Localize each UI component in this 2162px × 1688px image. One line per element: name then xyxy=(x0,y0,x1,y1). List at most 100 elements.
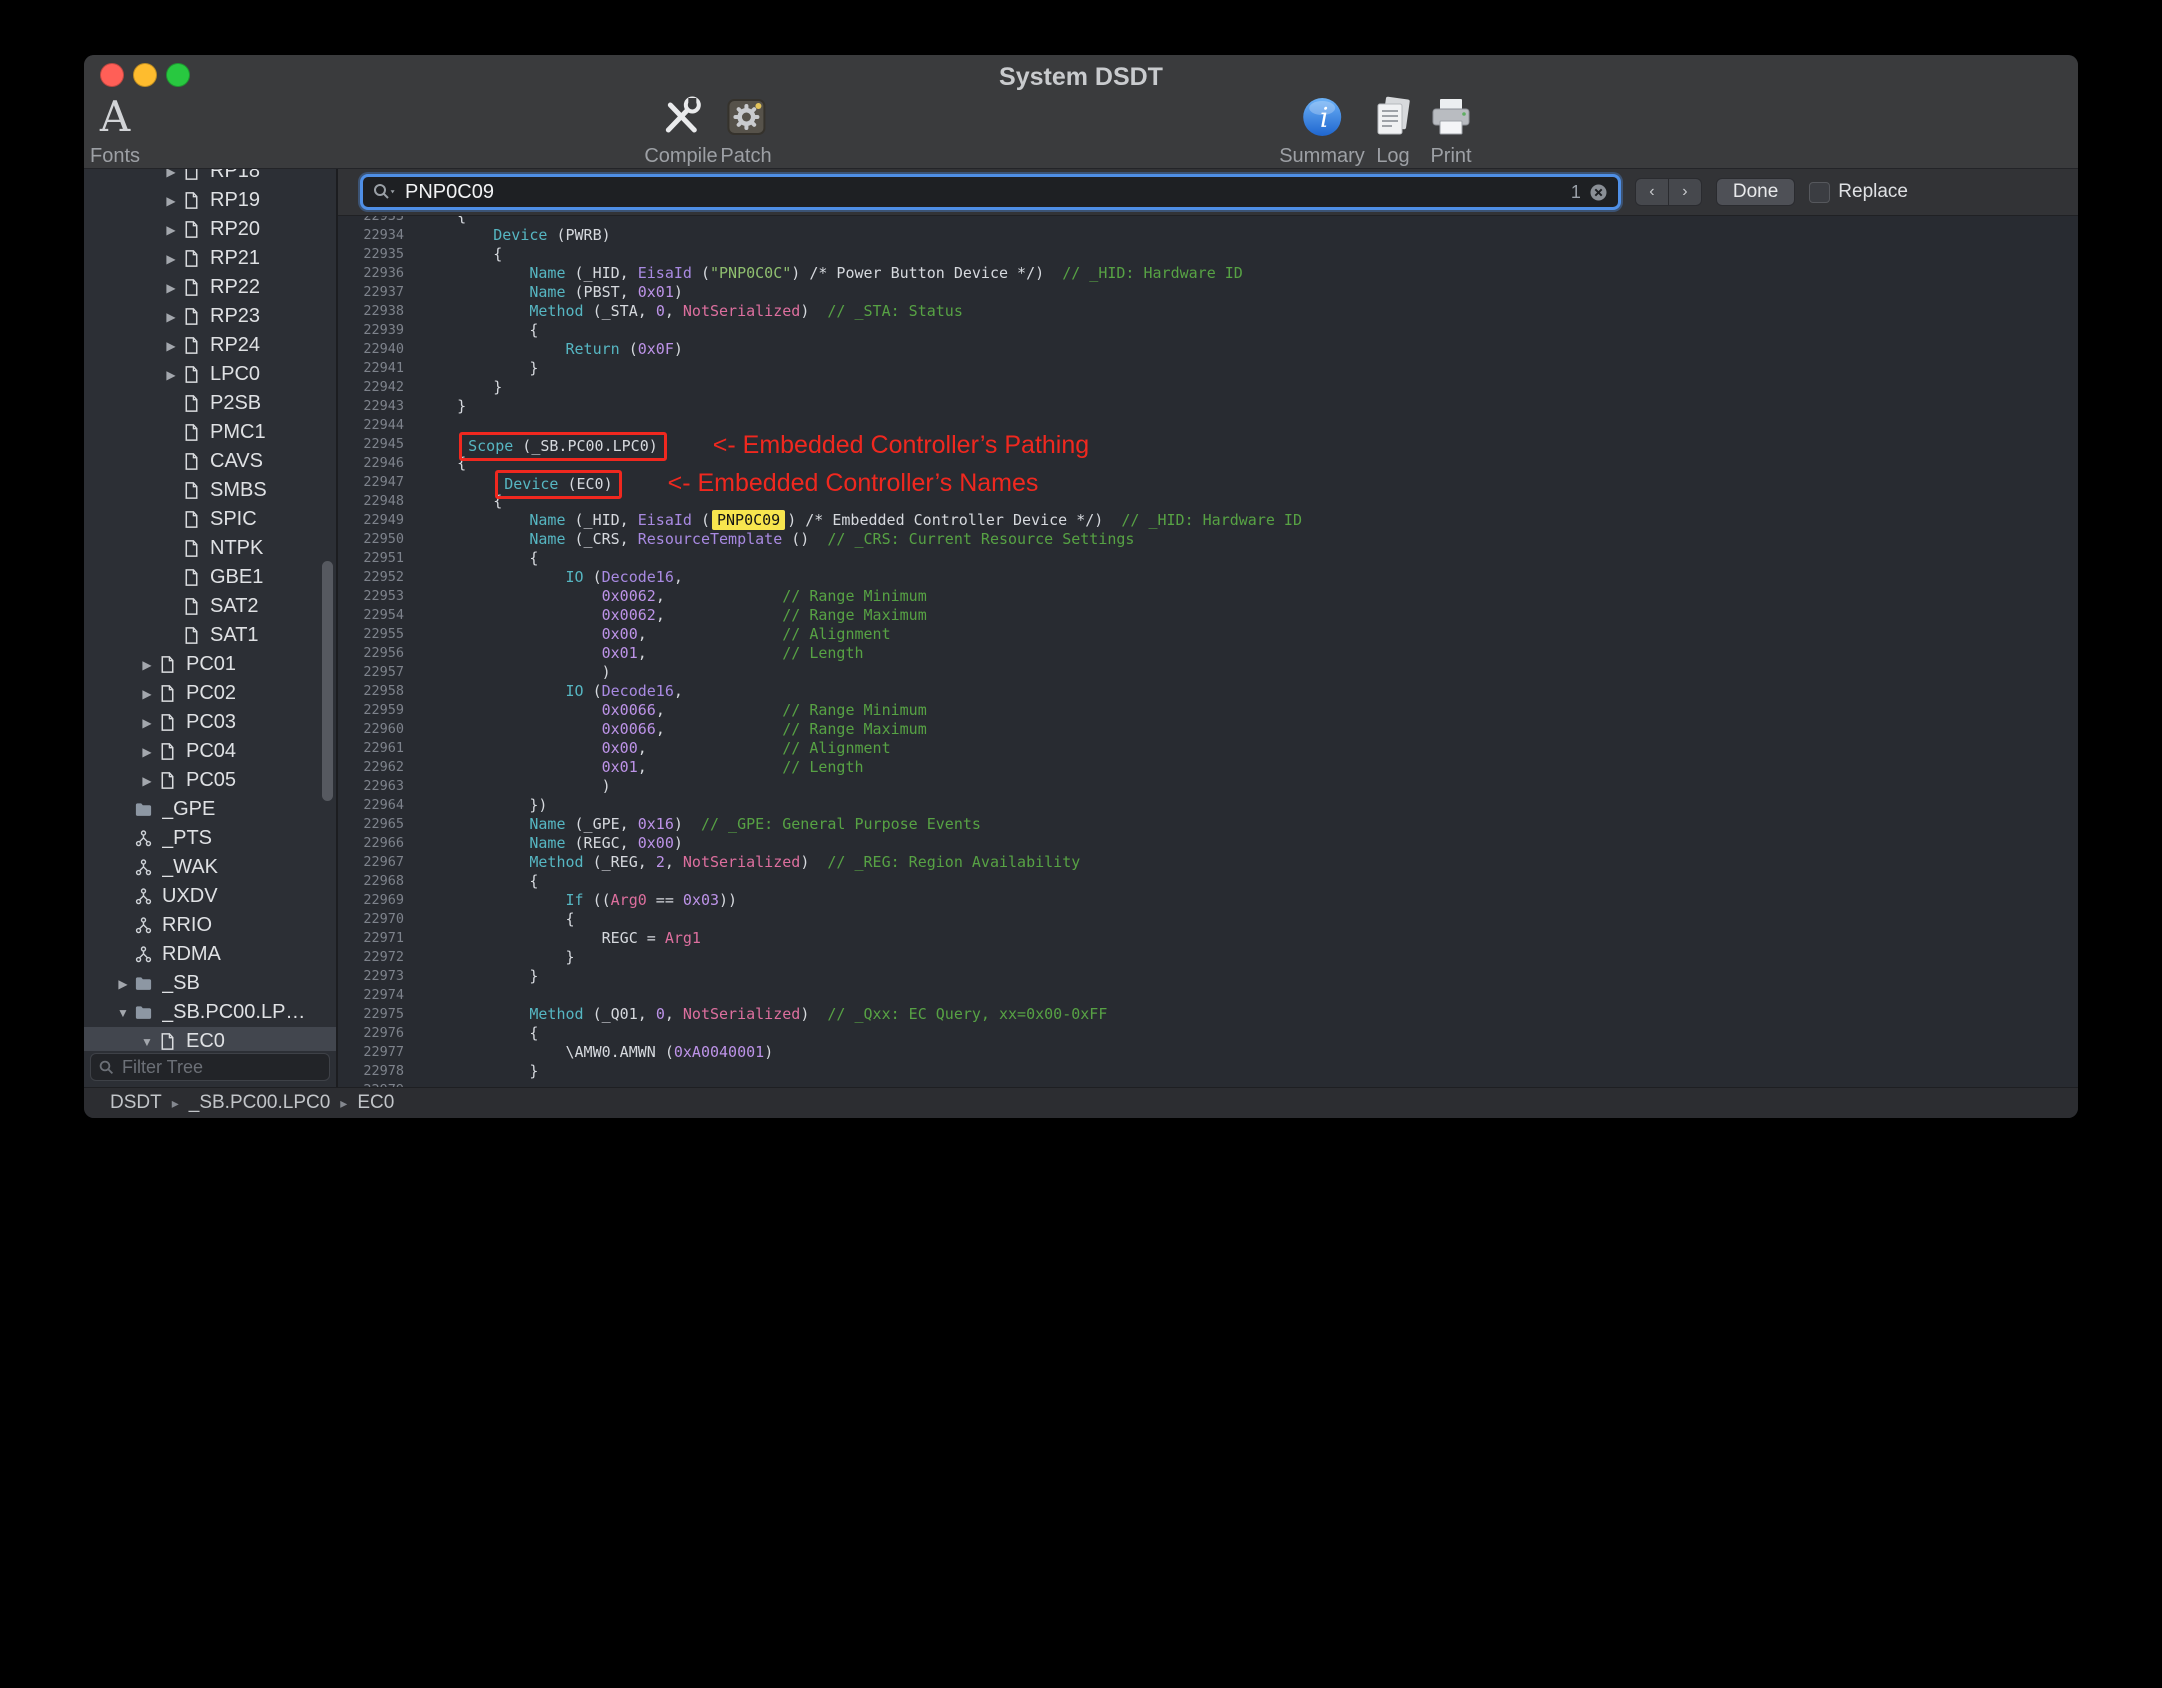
sidebar-item-rp21[interactable]: ▶ RP21 xyxy=(84,244,336,273)
breadcrumb-item[interactable]: DSDT xyxy=(110,1092,162,1114)
sidebar-item--pts[interactable]: _PTS xyxy=(84,824,336,853)
replace-checkbox[interactable] xyxy=(1809,181,1831,203)
disclosure-closed-icon[interactable]: ▶ xyxy=(160,310,182,324)
sidebar-item-ntpk[interactable]: NTPK xyxy=(84,534,336,563)
breadcrumb-item[interactable]: _SB.PC00.LPC0 xyxy=(189,1092,331,1114)
line-number: 22979 xyxy=(338,1081,416,1087)
sidebar-item-ec0[interactable]: ▼ EC0 xyxy=(84,1027,336,1051)
dsdt-tree[interactable]: ▶ RP18 ▶ RP19 ▶ RP20 ▶ RP21 ▶ RP22 ▶ RP23 ▶ RP24 ▶ LPC0… xyxy=(84,169,336,1051)
app-window: System DSDT A Fonts Compile Patch i Summ… xyxy=(84,55,2078,1118)
disclosure-closed-icon[interactable]: ▶ xyxy=(136,658,158,672)
doc-icon xyxy=(158,684,182,703)
find-previous-button[interactable]: ‹ xyxy=(1634,178,1669,206)
sidebar-item-spic[interactable]: SPIC xyxy=(84,505,336,534)
disclosure-closed-icon[interactable]: ▶ xyxy=(160,223,182,237)
doc-icon xyxy=(182,626,206,645)
code-line: 22947 Device (EC0) <- Embedded Controller… xyxy=(338,470,2078,499)
sidebar-item-p2sb[interactable]: P2SB xyxy=(84,389,336,418)
line-number: 22957 xyxy=(363,664,404,680)
disclosure-closed-icon[interactable]: ▶ xyxy=(160,252,182,266)
code-line: 22973 } xyxy=(338,967,2078,986)
disclosure-closed-icon[interactable]: ▶ xyxy=(160,169,182,179)
summary-button[interactable]: i Summary xyxy=(1279,93,1365,168)
line-number: 22969 xyxy=(363,892,404,908)
sidebar-item-rp20[interactable]: ▶ RP20 xyxy=(84,215,336,244)
filter-tree-field[interactable] xyxy=(90,1053,330,1081)
line-number: 22937 xyxy=(363,284,404,300)
code-line: 22955 0x00, // Alignment xyxy=(338,625,2078,644)
window-title: System DSDT xyxy=(999,63,1163,91)
sidebar-item-cavs[interactable]: CAVS xyxy=(84,447,336,476)
sidebar-item-gbe1[interactable]: GBE1 xyxy=(84,563,336,592)
line-number: 22958 xyxy=(363,683,404,699)
code-lines: 22933 {22934 Device (PWRB) 22935 {22936 N… xyxy=(338,216,2078,1087)
sidebar-item-rp22[interactable]: ▶ RP22 xyxy=(84,273,336,302)
code-line: 22950 Name (_CRS, ResourceTemplate () //… xyxy=(338,530,2078,549)
line-number: 22964 xyxy=(363,797,404,813)
sidebar-item-uxdv[interactable]: UXDV xyxy=(84,882,336,911)
code-line: 22966 Name (REGC, 0x00) xyxy=(338,834,2078,853)
sidebar-item--sb[interactable]: ▶ _SB xyxy=(84,969,336,998)
disclosure-closed-icon[interactable]: ▶ xyxy=(160,194,182,208)
breadcrumb-item[interactable]: EC0 xyxy=(357,1092,394,1114)
code-line: 22968 { xyxy=(338,872,2078,891)
doc-icon xyxy=(158,771,182,790)
sidebar-item-sat2[interactable]: SAT2 xyxy=(84,592,336,621)
doc-icon xyxy=(182,568,206,587)
print-button[interactable]: Print xyxy=(1428,93,1474,168)
sidebar-item-pc05[interactable]: ▶ PC05 xyxy=(84,766,336,795)
find-next-button[interactable]: › xyxy=(1668,178,1702,206)
disclosure-closed-icon[interactable]: ▶ xyxy=(136,774,158,788)
patch-button[interactable]: Patch xyxy=(720,93,772,168)
disclosure-closed-icon[interactable]: ▶ xyxy=(136,716,158,730)
line-number: 22960 xyxy=(363,721,404,737)
sidebar-item-pc02[interactable]: ▶ PC02 xyxy=(84,679,336,708)
disclosure-closed-icon[interactable]: ▶ xyxy=(160,281,182,295)
sidebar-item-rp18[interactable]: ▶ RP18 xyxy=(84,169,336,186)
log-button[interactable]: Log xyxy=(1371,93,1415,168)
doc-icon xyxy=(182,220,206,239)
disclosure-closed-icon[interactable]: ▶ xyxy=(160,339,182,353)
disclosure-open-icon[interactable]: ▼ xyxy=(112,1006,134,1020)
code-line: 22965 Name (_GPE, 0x16) // _GPE: General… xyxy=(338,815,2078,834)
disclosure-closed-icon[interactable]: ▶ xyxy=(112,977,134,991)
sidebar-item--wak[interactable]: _WAK xyxy=(84,853,336,882)
sidebar-item-pc01[interactable]: ▶ PC01 xyxy=(84,650,336,679)
sidebar-item-smbs[interactable]: SMBS xyxy=(84,476,336,505)
find-input[interactable] xyxy=(403,179,1563,205)
fonts-button[interactable]: A Fonts xyxy=(90,93,140,168)
filter-tree-input[interactable] xyxy=(120,1055,321,1079)
code-editor[interactable]: 22933 {22934 Device (PWRB) 22935 {22936 N… xyxy=(338,216,2078,1087)
sidebar-item-label: UXDV xyxy=(162,885,218,907)
disclosure-closed-icon[interactable]: ▶ xyxy=(160,368,182,382)
compile-button[interactable]: Compile xyxy=(644,93,718,168)
sidebar-item-label: EC0 xyxy=(186,1030,225,1051)
disclosure-closed-icon[interactable]: ▶ xyxy=(136,687,158,701)
sidebar-item-lpc0[interactable]: ▶ LPC0 xyxy=(84,360,336,389)
sidebar-item-rdma[interactable]: RDMA xyxy=(84,940,336,969)
disclosure-open-icon[interactable]: ▼ xyxy=(136,1035,158,1049)
sidebar-item-rp23[interactable]: ▶ RP23 xyxy=(84,302,336,331)
sidebar-item-pmc1[interactable]: PMC1 xyxy=(84,418,336,447)
sidebar-item-rp24[interactable]: ▶ RP24 xyxy=(84,331,336,360)
sidebar-item-rrio[interactable]: RRIO xyxy=(84,911,336,940)
sidebar-item--gpe[interactable]: _GPE xyxy=(84,795,336,824)
match-count: 1 xyxy=(1570,181,1581,202)
sidebar-item-rp19[interactable]: ▶ RP19 xyxy=(84,186,336,215)
disclosure-closed-icon[interactable]: ▶ xyxy=(136,745,158,759)
code-line: 22959 0x0066, // Range Minimum xyxy=(338,701,2078,720)
sidebar-item-pc03[interactable]: ▶ PC03 xyxy=(84,708,336,737)
sidebar-item--sb-pc00-lp-[interactable]: ▼ _SB.PC00.LP… xyxy=(84,998,336,1027)
sidebar-item-sat1[interactable]: SAT1 xyxy=(84,621,336,650)
sidebar-item-pc04[interactable]: ▶ PC04 xyxy=(84,737,336,766)
code-line: 22951 { xyxy=(338,549,2078,568)
replace-label: Replace xyxy=(1838,181,1908,202)
done-button[interactable]: Done xyxy=(1715,178,1796,206)
line-number: 22942 xyxy=(363,379,404,395)
find-field[interactable]: 1 xyxy=(360,174,1621,210)
doc-icon xyxy=(182,452,206,471)
clear-search-icon[interactable] xyxy=(1589,183,1608,202)
sidebar-scrollbar[interactable] xyxy=(322,561,333,801)
sidebar-item-label: RP24 xyxy=(210,334,261,356)
line-number: 22956 xyxy=(363,645,404,661)
